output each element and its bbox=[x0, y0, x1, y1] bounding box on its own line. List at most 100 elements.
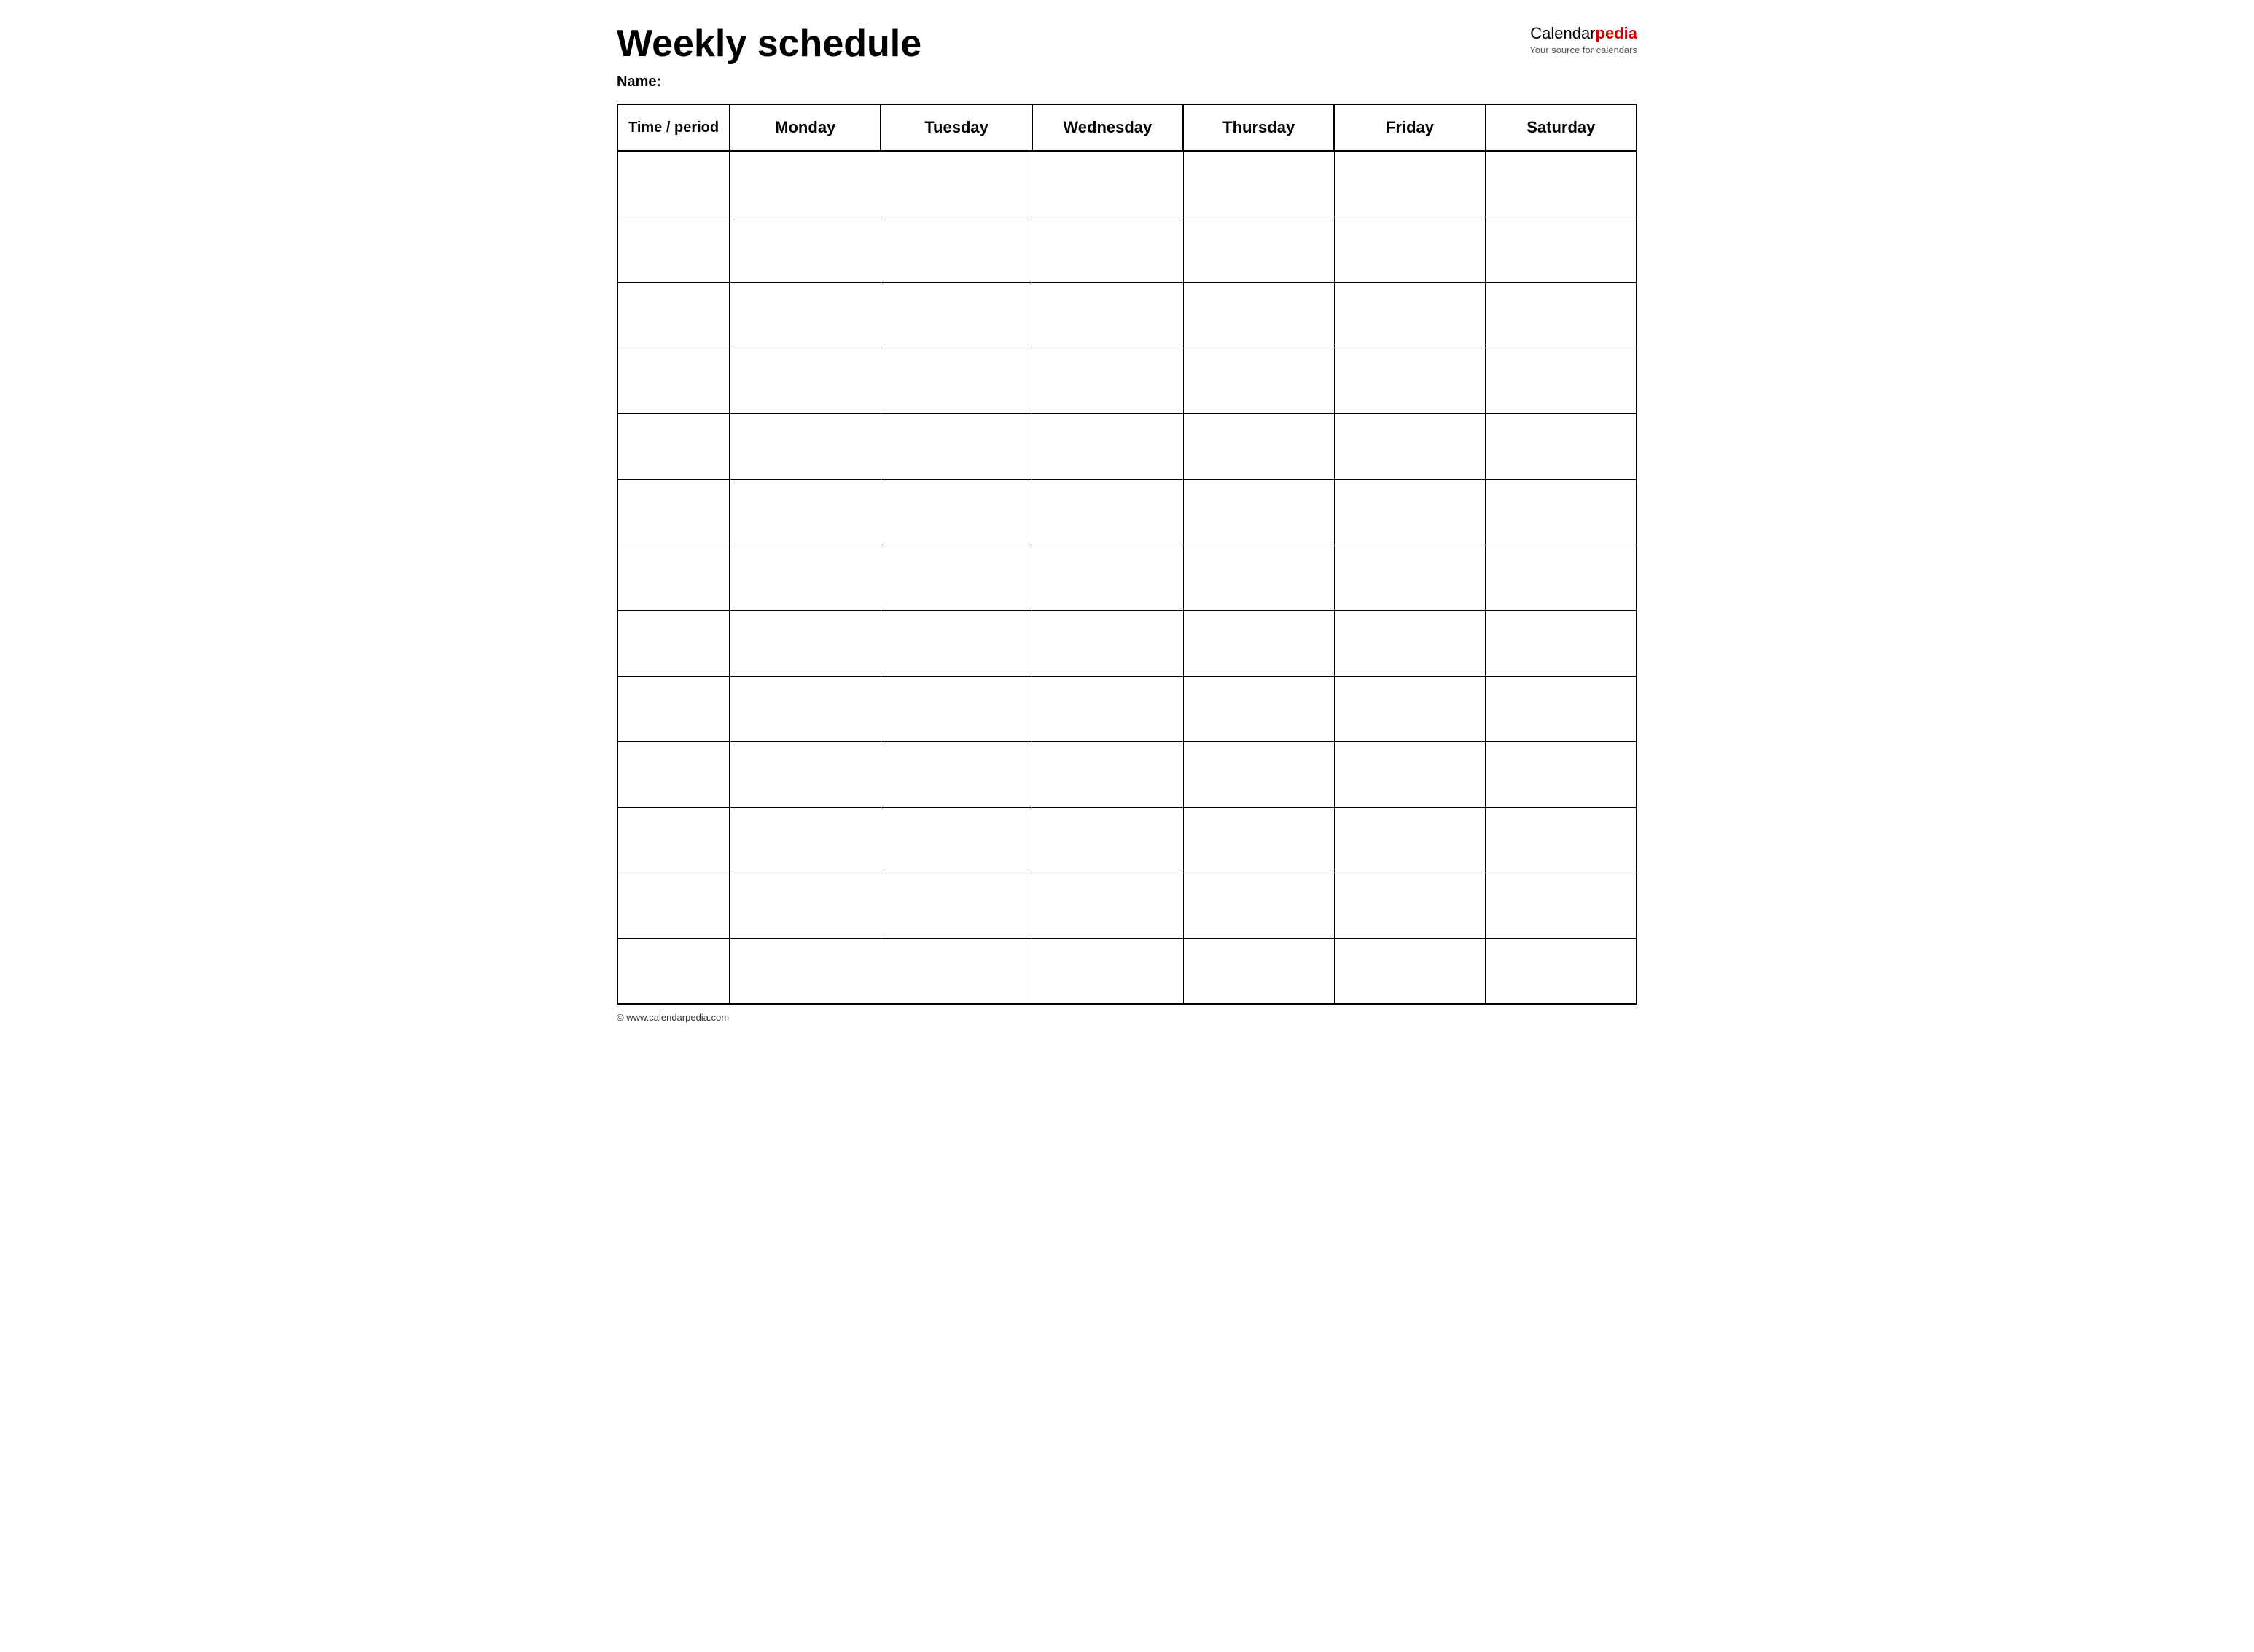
schedule-cell[interactable] bbox=[1183, 348, 1334, 413]
schedule-cell[interactable] bbox=[1183, 610, 1334, 676]
time-cell[interactable] bbox=[617, 217, 730, 282]
schedule-cell[interactable] bbox=[1334, 413, 1485, 479]
schedule-cell[interactable] bbox=[1032, 610, 1183, 676]
schedule-cell[interactable] bbox=[1486, 413, 1637, 479]
schedule-cell[interactable] bbox=[1486, 217, 1637, 282]
schedule-cell[interactable] bbox=[730, 151, 881, 217]
schedule-cell[interactable] bbox=[881, 282, 1032, 348]
schedule-cell[interactable] bbox=[1334, 282, 1485, 348]
schedule-cell[interactable] bbox=[881, 545, 1032, 610]
schedule-cell[interactable] bbox=[1032, 807, 1183, 873]
schedule-cell[interactable] bbox=[1032, 282, 1183, 348]
schedule-cell[interactable] bbox=[730, 938, 881, 1004]
schedule-cell[interactable] bbox=[881, 741, 1032, 807]
schedule-cell[interactable] bbox=[1183, 413, 1334, 479]
col-header-tuesday: Tuesday bbox=[881, 104, 1032, 151]
schedule-cell[interactable] bbox=[1334, 151, 1485, 217]
name-row: Name: bbox=[617, 74, 1637, 90]
table-row bbox=[617, 348, 1637, 413]
schedule-cell[interactable] bbox=[1486, 545, 1637, 610]
time-cell[interactable] bbox=[617, 413, 730, 479]
schedule-cell[interactable] bbox=[1183, 807, 1334, 873]
time-cell[interactable] bbox=[617, 676, 730, 741]
time-cell[interactable] bbox=[617, 610, 730, 676]
schedule-cell[interactable] bbox=[1486, 151, 1637, 217]
schedule-cell[interactable] bbox=[1183, 676, 1334, 741]
schedule-cell[interactable] bbox=[730, 545, 881, 610]
schedule-cell[interactable] bbox=[1032, 348, 1183, 413]
schedule-cell[interactable] bbox=[1032, 741, 1183, 807]
schedule-cell[interactable] bbox=[730, 610, 881, 676]
schedule-cell[interactable] bbox=[1183, 938, 1334, 1004]
schedule-cell[interactable] bbox=[1032, 413, 1183, 479]
time-cell[interactable] bbox=[617, 348, 730, 413]
schedule-cell[interactable] bbox=[1334, 741, 1485, 807]
time-cell[interactable] bbox=[617, 938, 730, 1004]
schedule-cell[interactable] bbox=[881, 873, 1032, 938]
schedule-cell[interactable] bbox=[1183, 217, 1334, 282]
table-row bbox=[617, 217, 1637, 282]
schedule-cell[interactable] bbox=[1334, 610, 1485, 676]
schedule-cell[interactable] bbox=[1486, 282, 1637, 348]
schedule-cell[interactable] bbox=[730, 413, 881, 479]
schedule-cell[interactable] bbox=[881, 807, 1032, 873]
schedule-cell[interactable] bbox=[881, 151, 1032, 217]
schedule-cell[interactable] bbox=[1183, 479, 1334, 545]
schedule-cell[interactable] bbox=[1183, 545, 1334, 610]
schedule-cell[interactable] bbox=[1032, 479, 1183, 545]
schedule-cell[interactable] bbox=[1486, 873, 1637, 938]
schedule-cell[interactable] bbox=[1334, 545, 1485, 610]
schedule-cell[interactable] bbox=[1334, 807, 1485, 873]
schedule-cell[interactable] bbox=[881, 413, 1032, 479]
col-header-friday: Friday bbox=[1334, 104, 1485, 151]
time-cell[interactable] bbox=[617, 282, 730, 348]
schedule-cell[interactable] bbox=[1334, 479, 1485, 545]
time-cell[interactable] bbox=[617, 479, 730, 545]
schedule-cell[interactable] bbox=[1183, 282, 1334, 348]
schedule-cell[interactable] bbox=[730, 479, 881, 545]
table-row bbox=[617, 282, 1637, 348]
schedule-cell[interactable] bbox=[1032, 676, 1183, 741]
schedule-cell[interactable] bbox=[730, 741, 881, 807]
schedule-cell[interactable] bbox=[1334, 676, 1485, 741]
schedule-cell[interactable] bbox=[730, 873, 881, 938]
schedule-cell[interactable] bbox=[881, 217, 1032, 282]
schedule-cell[interactable] bbox=[881, 348, 1032, 413]
table-row bbox=[617, 151, 1637, 217]
schedule-cell[interactable] bbox=[1183, 873, 1334, 938]
schedule-cell[interactable] bbox=[1032, 545, 1183, 610]
schedule-cell[interactable] bbox=[1334, 348, 1485, 413]
schedule-cell[interactable] bbox=[1486, 676, 1637, 741]
schedule-cell[interactable] bbox=[730, 282, 881, 348]
schedule-cell[interactable] bbox=[1032, 217, 1183, 282]
schedule-cell[interactable] bbox=[730, 676, 881, 741]
schedule-cell[interactable] bbox=[730, 348, 881, 413]
schedule-cell[interactable] bbox=[1334, 938, 1485, 1004]
time-cell[interactable] bbox=[617, 151, 730, 217]
time-cell[interactable] bbox=[617, 545, 730, 610]
schedule-cell[interactable] bbox=[1486, 479, 1637, 545]
schedule-cell[interactable] bbox=[1486, 741, 1637, 807]
schedule-cell[interactable] bbox=[1334, 873, 1485, 938]
col-header-monday: Monday bbox=[730, 104, 881, 151]
footer: © www.calendarpedia.com bbox=[617, 1012, 1637, 1023]
schedule-cell[interactable] bbox=[1486, 610, 1637, 676]
schedule-cell[interactable] bbox=[881, 938, 1032, 1004]
schedule-cell[interactable] bbox=[1486, 348, 1637, 413]
schedule-cell[interactable] bbox=[881, 676, 1032, 741]
schedule-cell[interactable] bbox=[1486, 938, 1637, 1004]
schedule-cell[interactable] bbox=[1032, 938, 1183, 1004]
schedule-cell[interactable] bbox=[1032, 873, 1183, 938]
schedule-cell[interactable] bbox=[730, 807, 881, 873]
time-cell[interactable] bbox=[617, 873, 730, 938]
schedule-cell[interactable] bbox=[881, 610, 1032, 676]
schedule-cell[interactable] bbox=[881, 479, 1032, 545]
schedule-cell[interactable] bbox=[1183, 741, 1334, 807]
time-cell[interactable] bbox=[617, 741, 730, 807]
schedule-cell[interactable] bbox=[1334, 217, 1485, 282]
schedule-cell[interactable] bbox=[1183, 151, 1334, 217]
schedule-cell[interactable] bbox=[1486, 807, 1637, 873]
schedule-cell[interactable] bbox=[1032, 151, 1183, 217]
time-cell[interactable] bbox=[617, 807, 730, 873]
schedule-cell[interactable] bbox=[730, 217, 881, 282]
